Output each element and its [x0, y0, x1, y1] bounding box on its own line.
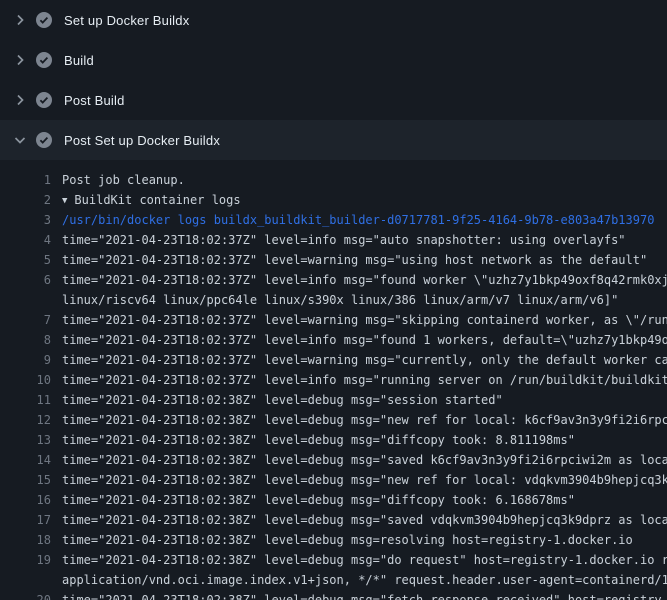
- line-number[interactable]: 1: [0, 170, 51, 190]
- line-number[interactable]: 8: [0, 330, 51, 350]
- line-number[interactable]: 15: [0, 470, 51, 490]
- line-text: time="2021-04-23T18:02:37Z" level=info m…: [62, 230, 626, 250]
- line-number[interactable]: 7: [0, 310, 51, 330]
- line-text: time="2021-04-23T18:02:38Z" level=debug …: [62, 490, 575, 510]
- line-text: linux/riscv64 linux/ppc64le linux/s390x …: [62, 290, 618, 310]
- line-text: time="2021-04-23T18:02:37Z" level=info m…: [62, 370, 667, 390]
- log-line: 1 Post job cleanup.: [0, 170, 667, 190]
- section-header-build[interactable]: Build: [0, 40, 667, 80]
- line-text: time="2021-04-23T18:02:37Z" level=info m…: [62, 270, 667, 290]
- log-line: 14 time="2021-04-23T18:02:38Z" level=deb…: [0, 450, 667, 470]
- line-text: time="2021-04-23T18:02:38Z" level=debug …: [62, 450, 667, 470]
- line-text: time="2021-04-23T18:02:38Z" level=debug …: [62, 390, 503, 410]
- chevron-down-icon: [12, 132, 28, 148]
- log-line: 11 time="2021-04-23T18:02:38Z" level=deb…: [0, 390, 667, 410]
- line-number[interactable]: 19: [0, 550, 51, 570]
- line-text: ▼ BuildKit container logs: [62, 190, 241, 210]
- check-circle-icon: [36, 12, 52, 28]
- log-line: 12 time="2021-04-23T18:02:38Z" level=deb…: [0, 410, 667, 430]
- line-text: Post job cleanup.: [62, 170, 185, 190]
- section-label: Set up Docker Buildx: [64, 13, 189, 28]
- log-line: 6 time="2021-04-23T18:02:37Z" level=info…: [0, 270, 667, 290]
- line-text: time="2021-04-23T18:02:38Z" level=debug …: [62, 470, 667, 490]
- line-number[interactable]: 16: [0, 490, 51, 510]
- log-line: 16 time="2021-04-23T18:02:38Z" level=deb…: [0, 490, 667, 510]
- log-line: 20 time="2021-04-23T18:02:38Z" level=deb…: [0, 590, 667, 600]
- line-text: time="2021-04-23T18:02:37Z" level=warnin…: [62, 350, 667, 370]
- line-text: time="2021-04-23T18:02:38Z" level=debug …: [62, 530, 633, 550]
- section-header-set-up-docker-buildx[interactable]: Set up Docker Buildx: [0, 0, 667, 40]
- section-label: Post Build: [64, 93, 125, 108]
- section-header-post-build[interactable]: Post Build: [0, 80, 667, 120]
- line-number[interactable]: 12: [0, 410, 51, 430]
- log-line-continuation: linux/riscv64 linux/ppc64le linux/s390x …: [0, 290, 667, 310]
- line-number[interactable]: 4: [0, 230, 51, 250]
- check-circle-icon: [36, 52, 52, 68]
- line-number[interactable]: 2: [0, 190, 51, 210]
- line-text: time="2021-04-23T18:02:38Z" level=debug …: [62, 430, 575, 450]
- section-label: Build: [64, 53, 94, 68]
- line-text: time="2021-04-23T18:02:38Z" level=debug …: [62, 410, 667, 430]
- log-line: 8 time="2021-04-23T18:02:37Z" level=info…: [0, 330, 667, 350]
- log-line-group: 2 ▼ BuildKit container logs: [0, 190, 667, 210]
- group-label[interactable]: BuildKit container logs: [74, 193, 240, 207]
- line-text: time="2021-04-23T18:02:38Z" level=debug …: [62, 590, 662, 600]
- command-line-text: /usr/bin/docker logs buildx_buildkit_bui…: [62, 210, 654, 230]
- log-line: 7 time="2021-04-23T18:02:37Z" level=warn…: [0, 310, 667, 330]
- line-number[interactable]: 18: [0, 530, 51, 550]
- chevron-right-icon: [12, 92, 28, 108]
- log-line: 15 time="2021-04-23T18:02:38Z" level=deb…: [0, 470, 667, 490]
- log-line-continuation: application/vnd.oci.image.index.v1+json,…: [0, 570, 667, 590]
- line-number[interactable]: 10: [0, 370, 51, 390]
- line-number[interactable]: 3: [0, 210, 51, 230]
- section-header-post-set-up-docker-buildx[interactable]: Post Set up Docker Buildx: [0, 120, 667, 160]
- line-number[interactable]: 5: [0, 250, 51, 270]
- line-text: time="2021-04-23T18:02:37Z" level=warnin…: [62, 250, 647, 270]
- actions-log-viewer: Set up Docker Buildx Build Post Build Po…: [0, 0, 667, 600]
- check-circle-icon: [36, 92, 52, 108]
- log-line: 10 time="2021-04-23T18:02:37Z" level=inf…: [0, 370, 667, 390]
- line-text: time="2021-04-23T18:02:37Z" level=warnin…: [62, 310, 667, 330]
- log-container: 1 Post job cleanup. 2 ▼ BuildKit containe…: [0, 160, 667, 600]
- line-number[interactable]: 9: [0, 350, 51, 370]
- line-text: application/vnd.oci.image.index.v1+json,…: [62, 570, 667, 590]
- log-line: 19 time="2021-04-23T18:02:38Z" level=deb…: [0, 550, 667, 570]
- line-number[interactable]: 14: [0, 450, 51, 470]
- log-line: 18 time="2021-04-23T18:02:38Z" level=deb…: [0, 530, 667, 550]
- log-line: 9 time="2021-04-23T18:02:37Z" level=warn…: [0, 350, 667, 370]
- line-text: time="2021-04-23T18:02:37Z" level=info m…: [62, 330, 667, 350]
- section-label: Post Set up Docker Buildx: [64, 133, 220, 148]
- chevron-right-icon: [12, 52, 28, 68]
- line-number[interactable]: 20: [0, 590, 51, 600]
- line-text: time="2021-04-23T18:02:38Z" level=debug …: [62, 550, 667, 570]
- line-text: time="2021-04-23T18:02:38Z" level=debug …: [62, 510, 667, 530]
- log-line: 5 time="2021-04-23T18:02:37Z" level=warn…: [0, 250, 667, 270]
- log-line: 4 time="2021-04-23T18:02:37Z" level=info…: [0, 230, 667, 250]
- line-number: [0, 290, 51, 310]
- line-number: [0, 570, 51, 590]
- check-circle-icon: [36, 132, 52, 148]
- line-number[interactable]: 13: [0, 430, 51, 450]
- line-number[interactable]: 17: [0, 510, 51, 530]
- line-number[interactable]: 11: [0, 390, 51, 410]
- group-toggle-icon[interactable]: ▼: [62, 191, 67, 211]
- log-line: 13 time="2021-04-23T18:02:38Z" level=deb…: [0, 430, 667, 450]
- log-line-command: 3 /usr/bin/docker logs buildx_buildkit_b…: [0, 210, 667, 230]
- log-line: 17 time="2021-04-23T18:02:38Z" level=deb…: [0, 510, 667, 530]
- line-number[interactable]: 6: [0, 270, 51, 290]
- chevron-right-icon: [12, 12, 28, 28]
